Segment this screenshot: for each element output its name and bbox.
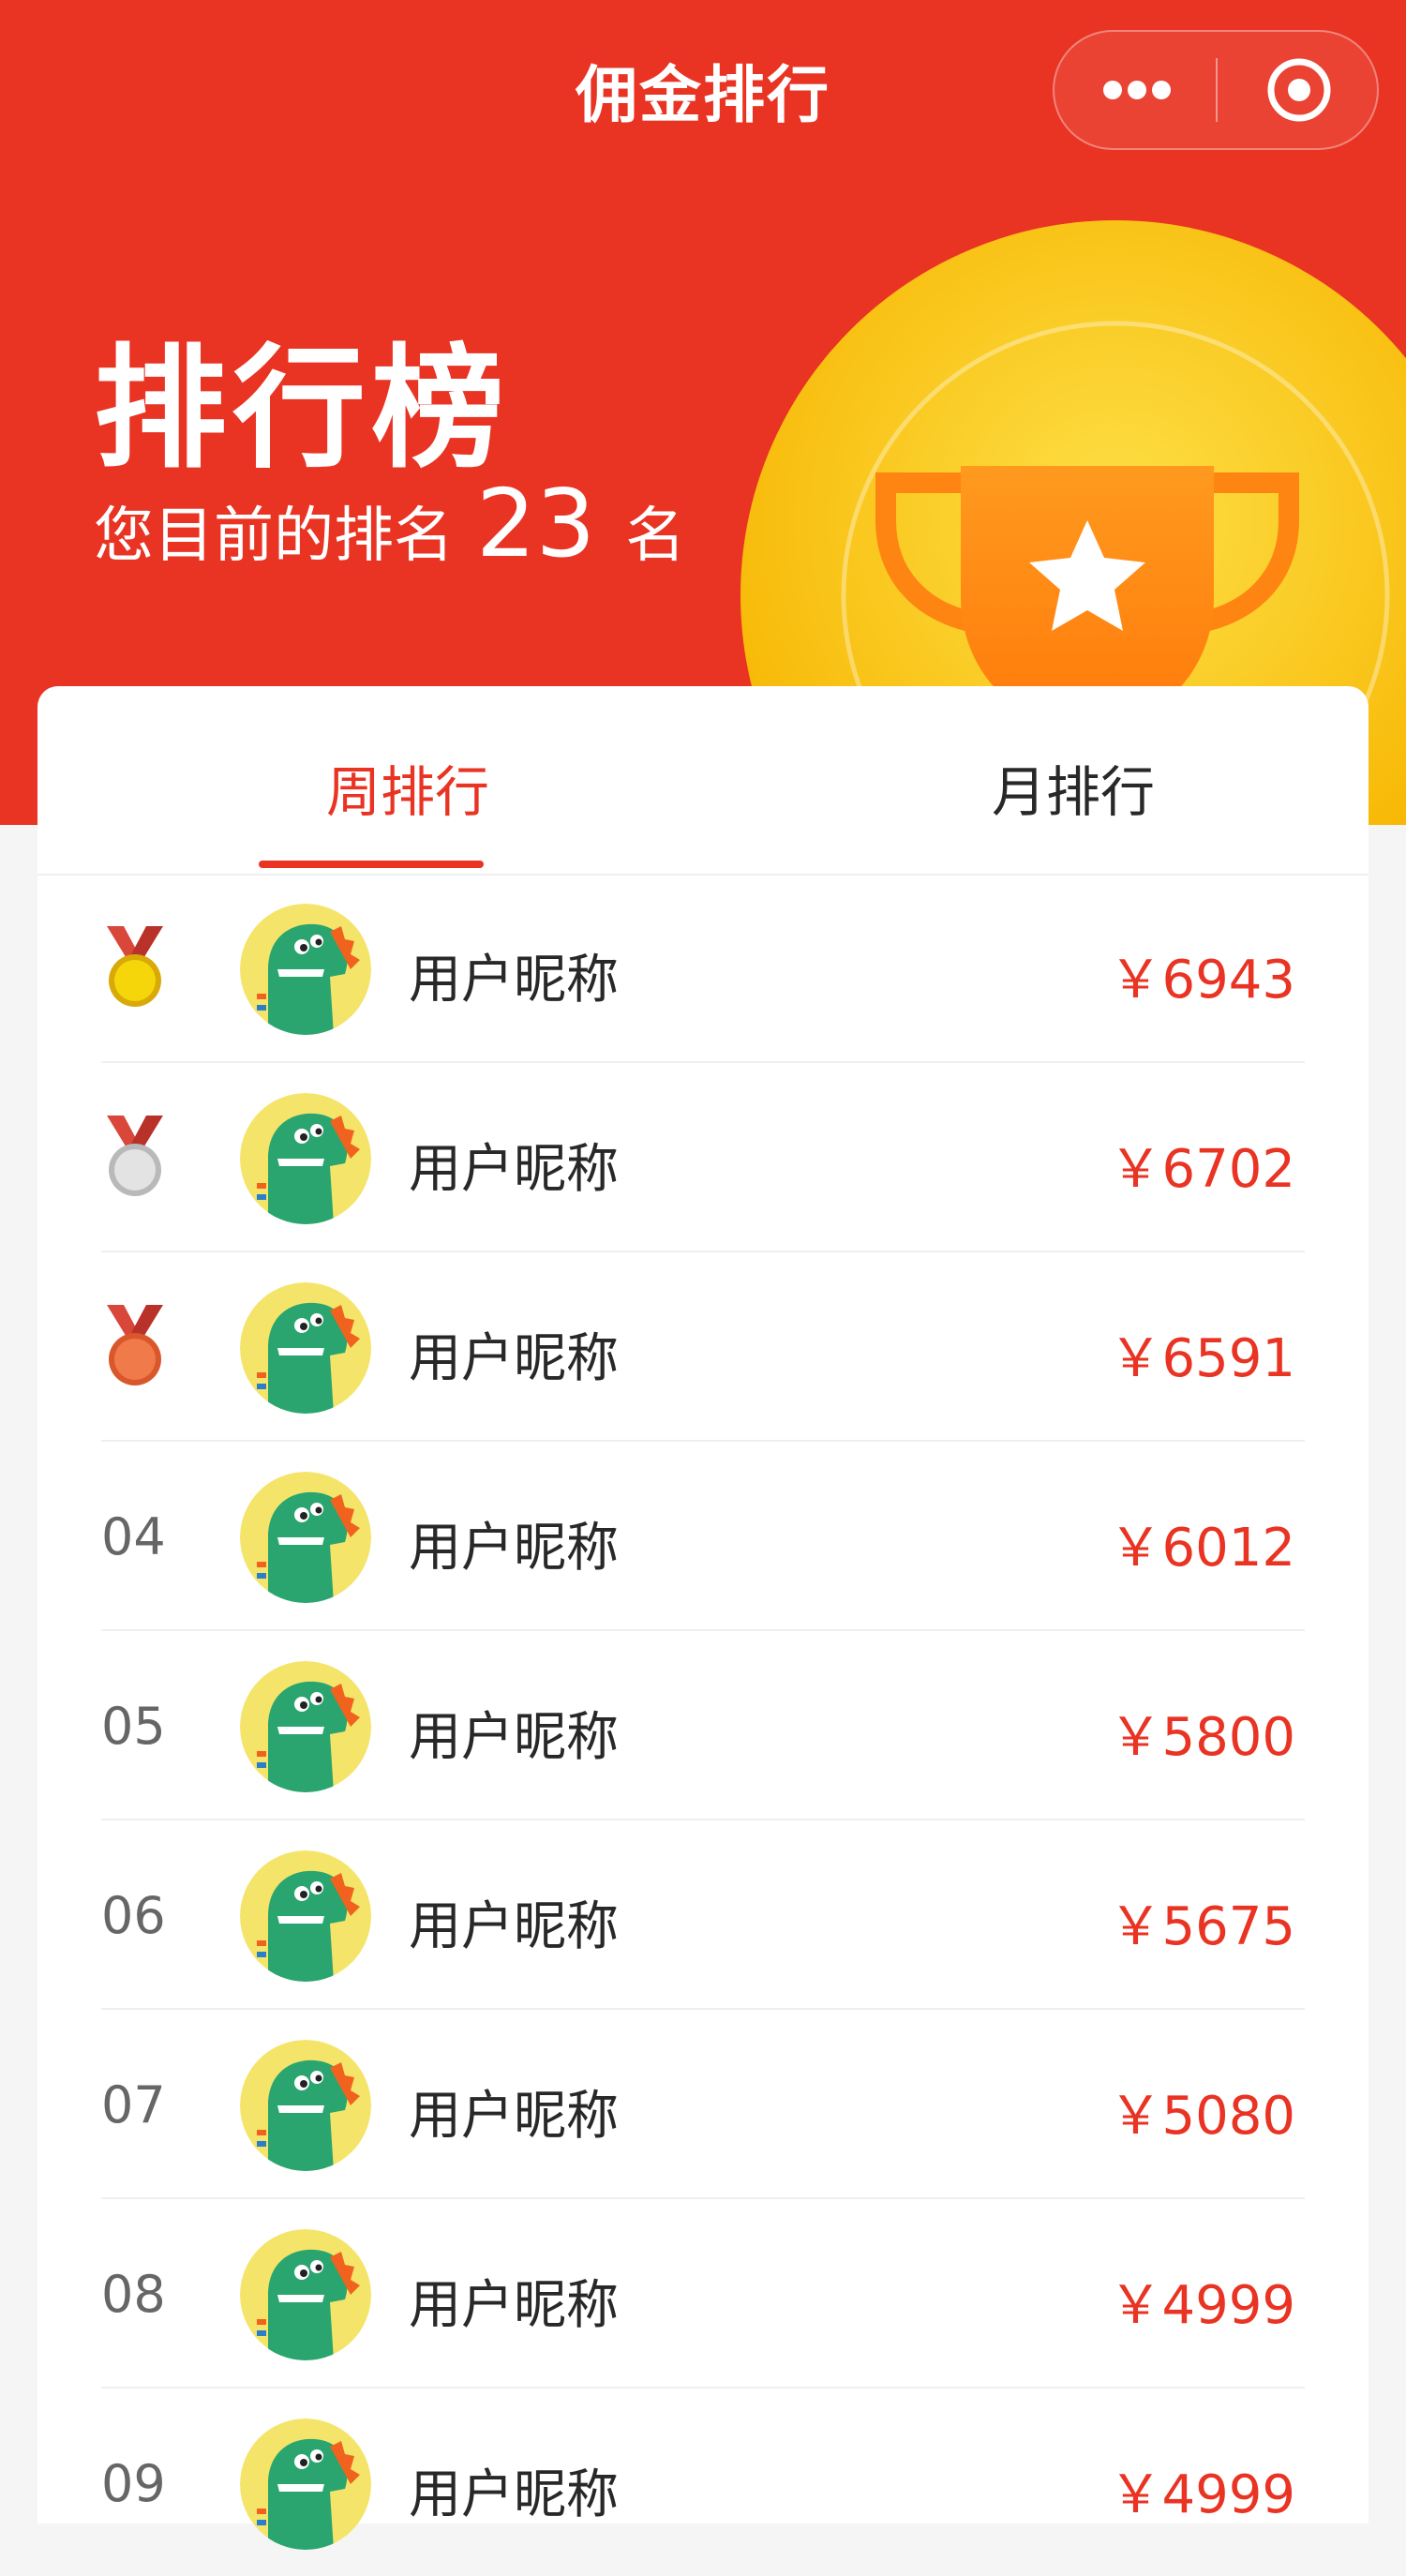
ranking-row: 08 用户昵称 ￥4999 [101,2199,1305,2389]
user-nickname: 用户昵称 [409,1139,619,1200]
capsule-divider [1216,58,1218,122]
ranking-row: 06 用户昵称 ￥5675 [101,1820,1305,2010]
ranking-row: 09 用户昵称 ￥4999 [101,2389,1305,2576]
commission-amount: ￥6943 [1109,950,1295,1011]
ranking-row: 用户昵称 ￥6591 [101,1252,1305,1442]
bronze-medal-icon [101,1305,169,1389]
ranking-row: 用户昵称 ￥6702 [101,1063,1305,1252]
avatar [240,1661,371,1792]
avatar [240,2229,371,2360]
user-nickname: 用户昵称 [409,1328,619,1389]
user-nickname: 用户昵称 [409,2275,619,2336]
commission-amount: ￥5800 [1109,1707,1295,1768]
ranking-row: 用户昵称 ￥6943 [101,874,1305,1063]
silver-medal-icon [101,1116,169,1200]
user-nickname: 用户昵称 [409,1518,619,1579]
avatar [240,904,371,1035]
ranking-tabs: 周排行 月排行 [37,686,1369,876]
ranking-row: 05 用户昵称 ￥5800 [101,1631,1305,1820]
tab-month[interactable]: 月排行 [886,748,1261,827]
ranking-row: 04 用户昵称 ￥6012 [101,1442,1305,1631]
more-dot-icon [1128,81,1146,99]
tab-week[interactable]: 周排行 [220,748,595,827]
ranking-card: 周排行 月排行 用户昵称 ￥6943 用户昵称 ￥6702 用户昵称 ￥6591… [37,686,1369,2550]
commission-amount: ￥6012 [1109,1518,1295,1579]
avatar [240,1282,371,1414]
more-dot-icon [1103,81,1122,99]
ranking-row: 07 用户昵称 ￥5080 [101,2010,1305,2199]
leaderboard-title: 排行榜 [94,332,510,487]
rank-suffix: 名 [625,502,686,571]
ranking-list: 用户昵称 ￥6943 用户昵称 ￥6702 用户昵称 ￥6591 04 用户昵称… [37,874,1369,2576]
user-nickname: 用户昵称 [409,1896,619,1957]
commission-amount: ￥6591 [1109,1328,1295,1389]
commission-amount: ￥5675 [1109,1896,1295,1957]
avatar [240,1093,371,1224]
user-nickname: 用户昵称 [409,950,619,1011]
rank-number: 05 [101,1697,166,1756]
commission-amount: ￥5080 [1109,2086,1295,2147]
commission-amount: ￥4999 [1109,2464,1295,2525]
avatar [240,1850,371,1982]
rank-number: 06 [101,1886,166,1945]
more-dot-icon [1152,81,1171,99]
user-nickname: 用户昵称 [409,2464,619,2525]
avatar [240,2040,371,2171]
mini-program-capsule [1053,30,1379,150]
rank-number: 07 [101,2075,166,2134]
more-button[interactable] [1054,32,1216,148]
active-tab-indicator [259,861,484,868]
my-rank-line: 您目前的排名 23 名 [94,469,685,578]
commission-amount: ￥4999 [1109,2275,1295,2336]
avatar [240,1472,371,1603]
commission-amount: ￥6702 [1109,1139,1295,1200]
my-rank-value: 23 [476,469,596,578]
gold-medal-icon [101,926,169,1011]
close-target-icon[interactable] [1265,56,1333,124]
user-nickname: 用户昵称 [409,2086,619,2147]
rank-number: 08 [101,2265,166,2324]
avatar [240,2419,371,2550]
rank-number: 09 [101,2454,166,2513]
user-nickname: 用户昵称 [409,1707,619,1768]
rank-number: 04 [101,1507,166,1566]
rank-prefix: 您目前的排名 [94,502,454,571]
